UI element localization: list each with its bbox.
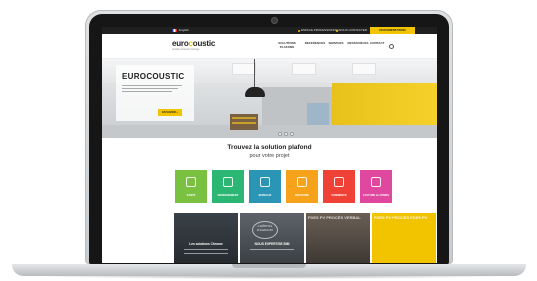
shelf-books <box>232 117 256 119</box>
pendant-lamp <box>245 87 265 97</box>
education-icon <box>223 177 233 187</box>
logo[interactable]: eurocoustic <box>172 39 215 48</box>
office-icon <box>260 177 270 187</box>
ceiling-panel <box>292 63 316 75</box>
tile-label: COMMERCE <box>331 194 347 197</box>
carousel-dot[interactable] <box>290 132 294 136</box>
carousel-dot[interactable] <box>278 132 282 136</box>
tile-label: BUREAUX <box>258 194 272 197</box>
text-line <box>122 88 178 89</box>
logo-part: euro <box>172 39 189 48</box>
tile-label: ENSEIGNEMENT <box>217 194 239 197</box>
bullet-icon <box>298 29 300 32</box>
hero-cta-button[interactable]: EN SAVOIR + <box>158 109 182 116</box>
lamp-cord <box>254 59 255 87</box>
hero-text <box>122 85 186 94</box>
website-screen: English ESPACE PROFESSIONNEL NOUS CONTAC… <box>102 27 437 263</box>
card-words: FDES PV PROCÈS FDES PV <box>374 215 428 220</box>
card-stamp: L'HÔPITAL D'AJACCIO <box>252 221 278 239</box>
language-label: English <box>179 28 189 32</box>
pro-space-link[interactable]: ESPACE PROFESSIONNEL <box>298 27 339 34</box>
shelf-books <box>232 122 256 124</box>
cart-icon <box>334 177 344 187</box>
flag-icon <box>172 29 177 32</box>
text-line <box>250 249 294 250</box>
hero-floor <box>102 125 437 138</box>
card-words: FDES PV PROCÈS VERBAL <box>308 215 361 220</box>
documentation-button[interactable]: DOCUMENTATION <box>370 27 415 34</box>
finder-subtitle: pour votre projet <box>249 153 290 159</box>
ceiling-panel <box>352 63 376 75</box>
tile-label: SANTÉ <box>186 194 196 197</box>
tile-label: INDUSTRIE <box>295 194 309 197</box>
card-chrome[interactable]: Les solutions Chrome <box>174 213 238 263</box>
logo-part: oustic <box>192 39 216 48</box>
tile-culture[interactable]: CULTURE & LOISIRS <box>360 170 392 203</box>
hero-title: EUROCOUSTIC <box>122 72 185 81</box>
card-fdes[interactable]: FDES PV PROCÈS VERBAL <box>306 213 370 263</box>
search-icon[interactable] <box>389 44 394 49</box>
tile-sante[interactable]: SANTÉ <box>175 170 207 203</box>
text-line <box>184 249 228 250</box>
feature-cards: Les solutions Chrome L'HÔPITAL D'AJACCIO… <box>174 213 436 263</box>
tile-commerce[interactable]: COMMERCE <box>323 170 355 203</box>
text-line <box>122 85 182 86</box>
card-title: NOUS EXPERTISE BIM <box>254 242 290 246</box>
card-hospital[interactable]: L'HÔPITAL D'AJACCIO NOUS EXPERTISE BIM <box>240 213 304 263</box>
tile-enseignement[interactable]: ENSEIGNEMENT <box>212 170 244 203</box>
carousel-dots <box>278 132 294 136</box>
text-line <box>184 253 228 254</box>
industry-icon <box>297 177 307 187</box>
nav-item-contact[interactable]: CONTACT <box>370 41 384 46</box>
contact-label: NOUS CONTACTER <box>339 28 367 32</box>
text-line <box>122 91 172 92</box>
finder-title: Trouvez la solution plafond <box>227 144 312 151</box>
nav-item-services[interactable]: SERVICES <box>328 41 344 46</box>
bullet-icon <box>336 29 338 32</box>
ceiling-panel <box>232 63 256 75</box>
carousel-dot[interactable] <box>284 132 288 136</box>
health-icon <box>186 177 196 187</box>
top-bar: English ESPACE PROFESSIONNEL NOUS CONTAC… <box>102 27 437 34</box>
main-nav: eurocoustic Quality Acoustic Ceilings SO… <box>102 34 437 59</box>
sector-tiles: SANTÉ ENSEIGNEMENT BUREAUX INDUSTRIE COM… <box>175 170 392 203</box>
language-selector[interactable]: English <box>172 27 189 34</box>
tile-label: CULTURE & LOISIRS <box>363 194 389 197</box>
pro-space-label: ESPACE PROFESSIONNEL <box>301 28 340 32</box>
logo-tagline: Quality Acoustic Ceilings <box>172 48 200 51</box>
contact-link[interactable]: NOUS CONTACTER <box>336 27 367 34</box>
card-fdes-yellow[interactable]: FDES PV PROCÈS FDES PV <box>372 213 436 263</box>
culture-icon <box>371 177 381 187</box>
webcam-icon <box>271 17 278 24</box>
laptop-notch <box>232 264 306 268</box>
nav-item-resources[interactable]: RESSOURCES <box>347 41 369 46</box>
tile-industrie[interactable]: INDUSTRIE <box>286 170 318 203</box>
tile-bureaux[interactable]: BUREAUX <box>249 170 281 203</box>
card-title: Les solutions Chrome <box>189 242 223 246</box>
nav-item-solutions[interactable]: SOLUTIONS PLAFOND <box>274 41 300 49</box>
nav-item-references[interactable]: REFERENCES <box>304 41 326 46</box>
